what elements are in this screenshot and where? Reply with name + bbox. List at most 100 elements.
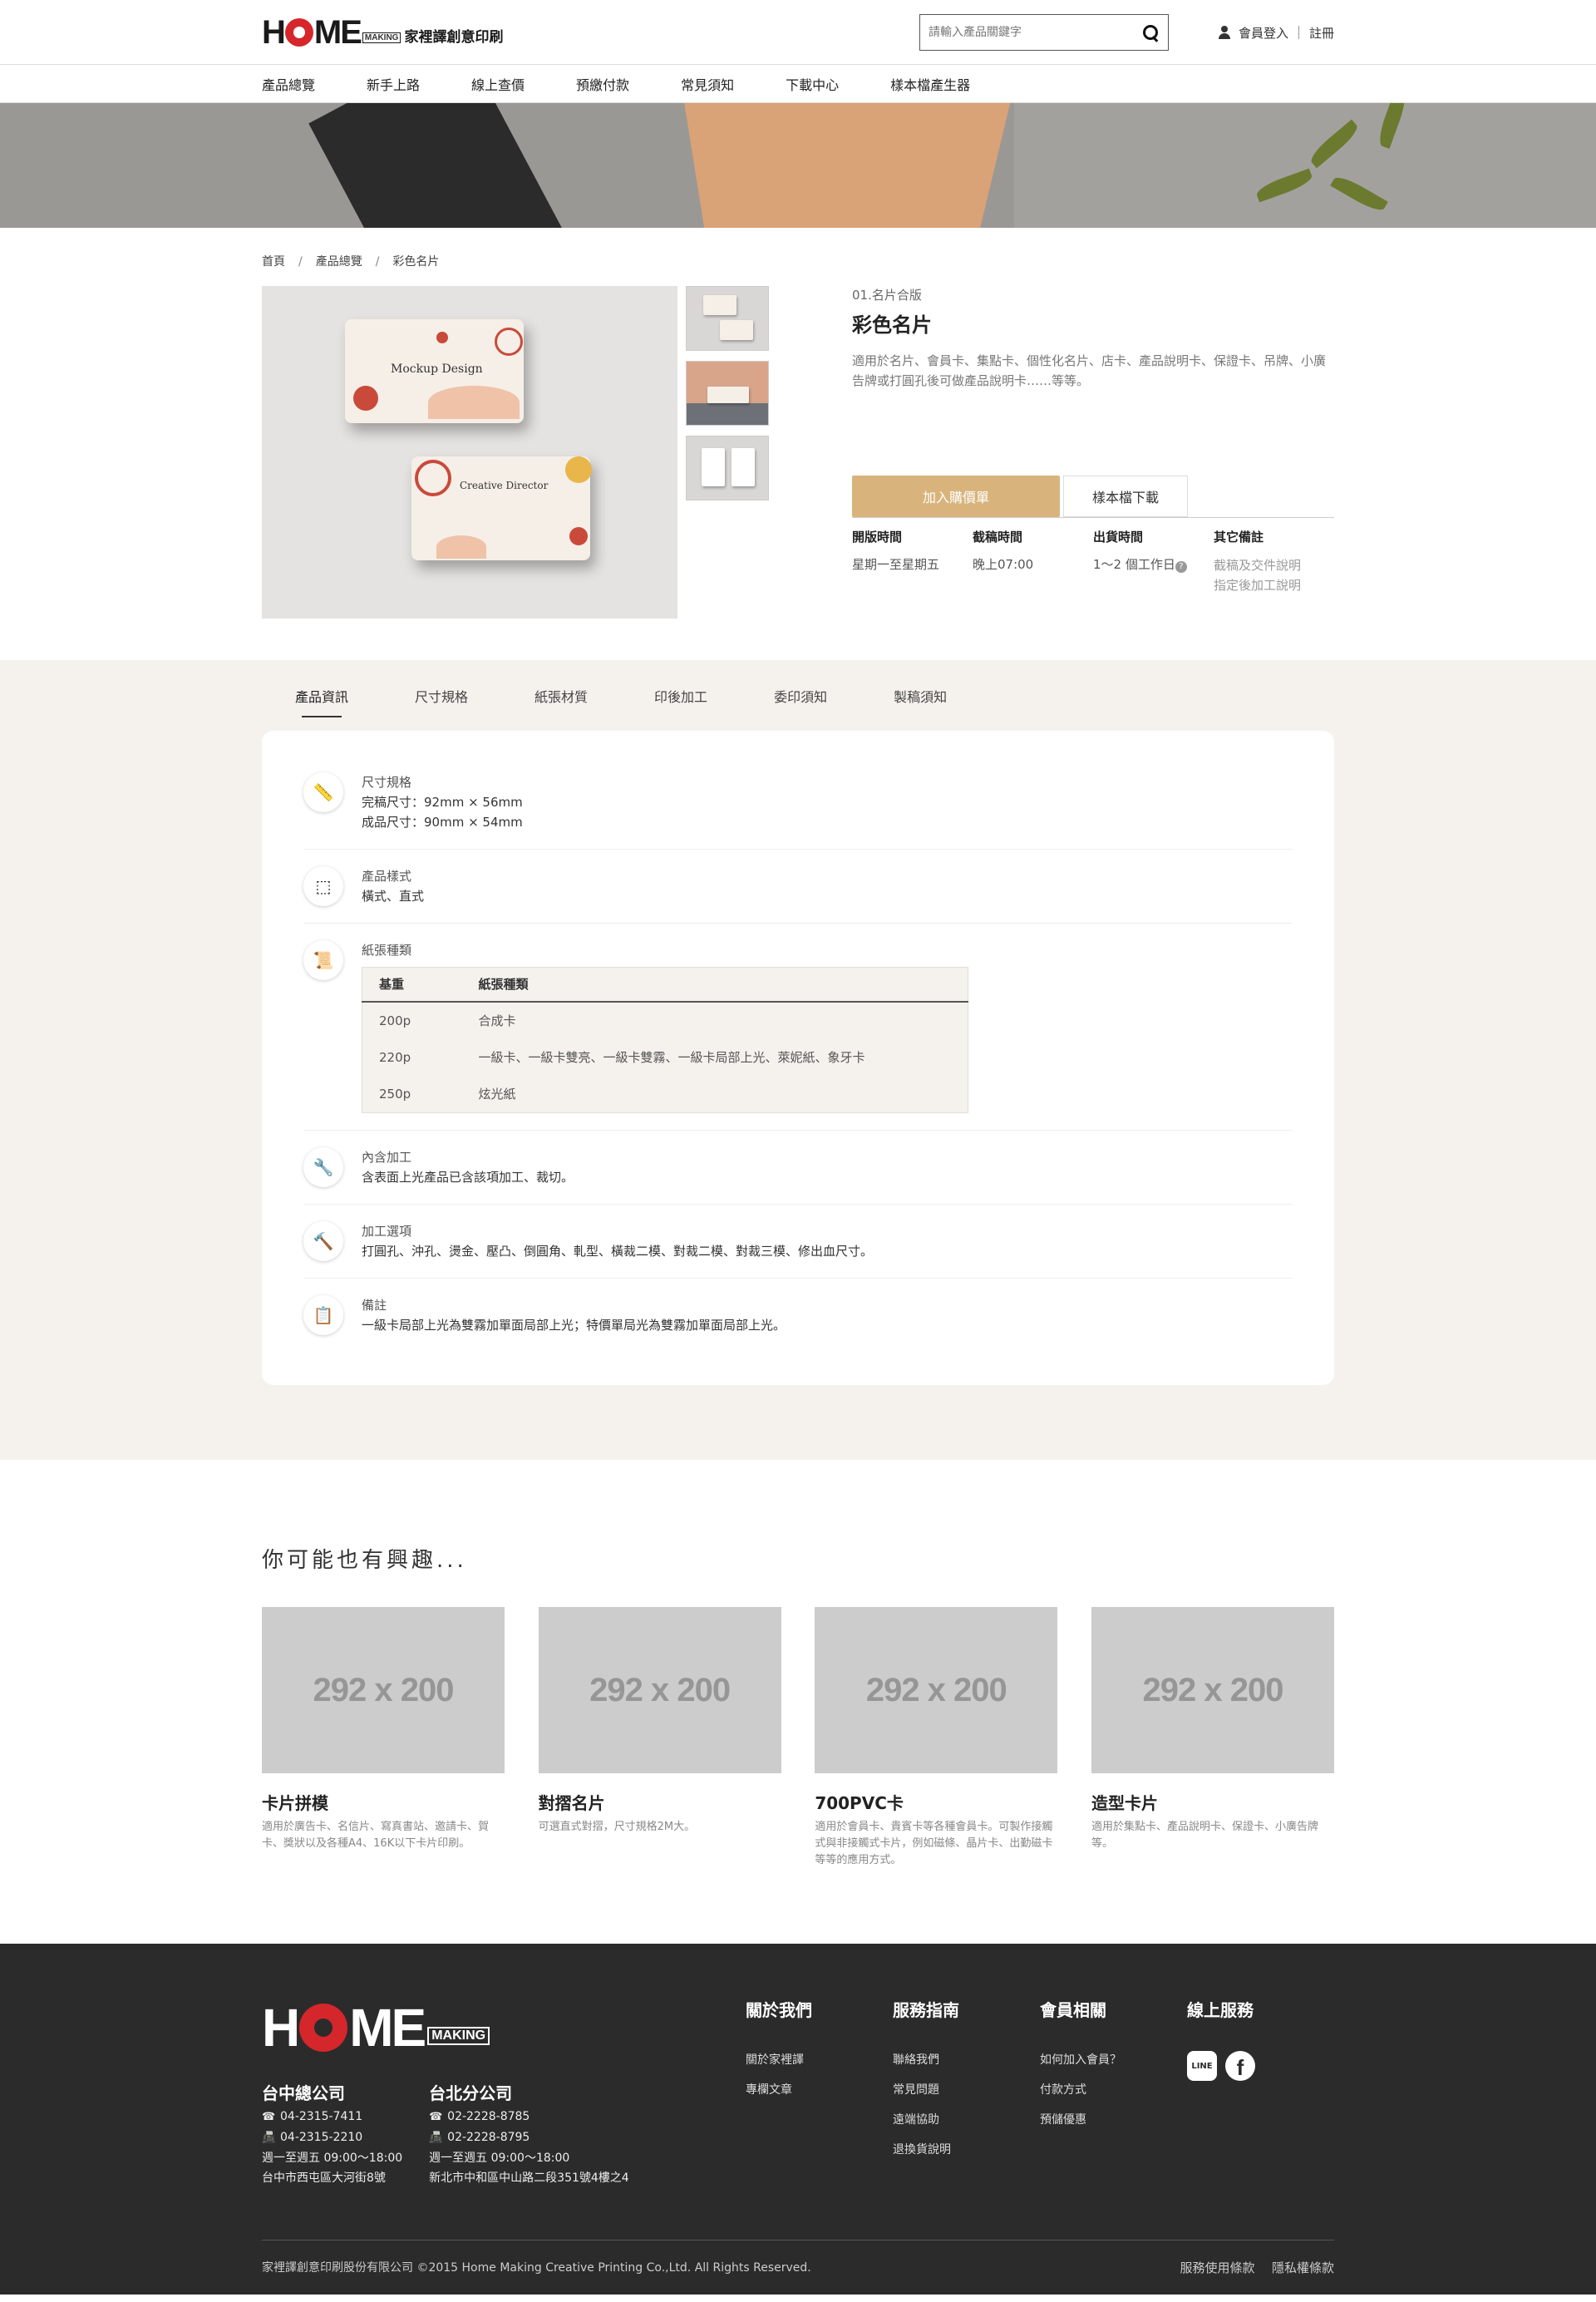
line-icon[interactable]: LINE <box>1187 2051 1217 2081</box>
footer-link[interactable]: 如何加入會員？ <box>1040 2051 1187 2068</box>
footer-bottom: 家裡譯創意印刷股份有限公司 ©2015 Home Making Creative… <box>262 2240 1334 2295</box>
tab-product-info[interactable]: 產品資訊 <box>295 679 348 717</box>
info-row-line: 橫式、直式 <box>362 889 425 904</box>
recommend-card[interactable]: 292 x 200 對摺名片 可選直式對摺，尺寸規格2M大。 <box>538 1607 781 1869</box>
nav-item-download[interactable]: 下載中心 <box>786 74 839 94</box>
thumbnail-3[interactable] <box>686 436 769 500</box>
recommend-card[interactable]: 292 x 200 卡片拼模 適用於廣告卡、名信片、寫真書站、邀請卡、賀卡、獎狀… <box>262 1607 505 1869</box>
nav-item-beginner[interactable]: 新手上路 <box>367 74 420 94</box>
logo-wordmark: H ME <box>262 13 362 51</box>
fax-icon: 📠 <box>262 2132 276 2144</box>
info-row-title: 產品樣式 <box>362 869 412 884</box>
card-decoration <box>415 460 451 496</box>
recommend-image-placeholder[interactable]: 292 x 200 <box>262 1607 505 1773</box>
office-phone-text[interactable]: 02-2228-8785 <box>447 2110 530 2123</box>
user-icon <box>1218 26 1230 39</box>
ruler-icon: 📏 <box>303 772 343 812</box>
cell-weight: 220p <box>379 1050 411 1065</box>
office-fax-text: 02-2228-8795 <box>447 2131 530 2144</box>
office-phone-text[interactable]: 04-2315-7411 <box>280 2110 362 2123</box>
thumbnail-card <box>707 387 749 403</box>
recommend-title[interactable]: 造型卡片 <box>1091 1790 1334 1814</box>
office-taichung: 台中總公司 ☎ 04-2315-7411 📠 04-2315-2210 週一至週五 … <box>262 2083 402 2188</box>
site-logo[interactable]: H ME MAKING 家裡譯創意印刷 <box>262 13 504 51</box>
recommend-desc: 可選直式對摺，尺寸規格2M大。 <box>538 1821 696 1833</box>
info-row-title: 尺寸規格 <box>362 775 412 790</box>
recommend-image-placeholder[interactable]: 292 x 200 <box>815 1607 1058 1773</box>
divider <box>1298 26 1299 39</box>
add-to-quote-button[interactable]: 加入購價單 <box>852 476 1060 517</box>
tab-paper-material[interactable]: 紙張材質 <box>534 679 588 712</box>
footer-logo[interactable]: H ME MAKING <box>262 1997 737 2058</box>
recommend-title[interactable]: 卡片拼模 <box>262 1790 505 1814</box>
social-links: LINE f <box>1187 2051 1334 2081</box>
tab-print-notice[interactable]: 委印須知 <box>774 679 827 712</box>
recommend-image-placeholder[interactable]: 292 x 200 <box>1091 1607 1334 1773</box>
recommend-card[interactable]: 292 x 200 造型卡片 適用於集點卡、產品說明卡、保證卡、小廣告牌等。 <box>1091 1607 1334 1869</box>
search-input[interactable] <box>928 26 1141 39</box>
sample-download-button[interactable]: 樣本檔下載 <box>1063 476 1188 517</box>
office-name: 台北分公司 <box>429 2083 513 2103</box>
register-link[interactable]: 註冊 <box>1309 24 1334 42</box>
facebook-icon[interactable]: f <box>1225 2051 1255 2081</box>
table-row: 200p 合成卡 <box>362 1002 968 1039</box>
office-name: 台中總公司 <box>262 2083 345 2103</box>
tab-post-processing[interactable]: 印後加工 <box>654 679 707 712</box>
recommend-title[interactable]: 700PVC卡 <box>815 1790 1057 1814</box>
privacy-link[interactable]: 隱私權條款 <box>1272 2260 1334 2275</box>
card-decoration <box>353 386 378 411</box>
cell-weight: 200p <box>379 1013 411 1028</box>
footer-col-title: 會員相關 <box>1040 2000 1106 2020</box>
product-main-image[interactable]: Mockup Design Creative Director <box>262 286 677 619</box>
nav-item-payment[interactable]: 預繳付款 <box>576 74 629 94</box>
column-header-paper-type: 紙張種類 <box>461 967 968 1003</box>
recommend-title[interactable]: 對摺名片 <box>539 1790 781 1814</box>
thumbnail-2[interactable] <box>686 361 769 426</box>
help-icon[interactable]: ? <box>1175 561 1187 573</box>
tab-size-spec[interactable]: 尺寸規格 <box>415 679 468 712</box>
footer-link[interactable]: 預儲優惠 <box>1040 2111 1187 2127</box>
card-decoration <box>565 456 592 483</box>
info-row-title: 加工選項 <box>362 1224 412 1239</box>
card-decoration <box>436 535 486 559</box>
info-row-body: 內含加工 含表面上光產品已含該項加工、裁切。 <box>362 1147 574 1187</box>
tab-artwork-notice[interactable]: 製稿須知 <box>894 679 947 712</box>
spec-label: 其它備註 <box>1214 530 1264 545</box>
info-row-paper: 📜 紙張種類 基重 紙張種類 200p 合成卡 220p 一級卡、一級卡雙亮、一… <box>303 924 1293 1131</box>
footer-company: H ME MAKING 台中總公司 ☎ 04-2315-7411 📠 04-2315-… <box>262 1997 737 2188</box>
recommend-grid: 292 x 200 卡片拼模 適用於廣告卡、名信片、寫真書站、邀請卡、賀卡、獎狀… <box>262 1607 1334 1869</box>
footer-link[interactable]: 關於家裡譯 <box>746 2051 893 2068</box>
terms-link[interactable]: 服務使用條款 <box>1180 2260 1255 2275</box>
breadcrumb-home[interactable]: 首頁 <box>262 255 285 269</box>
footer-link[interactable]: 聯絡我們 <box>893 2051 1040 2068</box>
recommend-card[interactable]: 292 x 200 700PVC卡 適用於會員卡、貴賓卡等各種會員卡。可製作接觸… <box>815 1607 1058 1869</box>
info-row-body: 產品樣式 橫式、直式 <box>362 866 424 906</box>
footer-link[interactable]: 遠端協助 <box>893 2111 1040 2127</box>
nav-item-price[interactable]: 線上查價 <box>471 74 525 94</box>
office-address: 台中市西屯區大河街8號 <box>262 2171 386 2185</box>
cell-paper-type: 合成卡 <box>478 1013 516 1028</box>
card-decoration <box>495 328 523 356</box>
table-row: 250p 炫光紙 <box>362 1076 968 1113</box>
recommend-image-placeholder[interactable]: 292 x 200 <box>538 1607 781 1773</box>
footer-logo-wordmark: H ME <box>262 1998 426 2058</box>
logo-making: MAKING <box>362 32 401 43</box>
note-link-post-processing[interactable]: 指定後加工說明 <box>1214 575 1334 595</box>
login-link[interactable]: 會員登入 <box>1239 24 1288 42</box>
note-link-deadline[interactable]: 截稿及交件說明 <box>1214 555 1334 575</box>
footer-link[interactable]: 退換貨說明 <box>893 2141 1040 2157</box>
paper-table-header: 基重 紙張種類 <box>362 967 968 1003</box>
office-list: 台中總公司 ☎ 04-2315-7411 📠 04-2315-2210 週一至週五 … <box>262 2083 737 2188</box>
nav-item-products[interactable]: 產品總覽 <box>262 74 315 94</box>
spec-value: 1～2 個工作日? <box>1093 555 1214 573</box>
footer-link[interactable]: 付款方式 <box>1040 2081 1187 2097</box>
footer-link[interactable]: 常見問題 <box>893 2081 1040 2097</box>
nav-item-faq[interactable]: 常見須知 <box>681 74 734 94</box>
breadcrumb-products[interactable]: 產品總覽 <box>316 255 362 269</box>
nav-item-sample-generator[interactable]: 樣本檔產生器 <box>890 74 970 94</box>
thumbnail-1[interactable] <box>686 286 769 351</box>
logo-chinese-name: 家裡譯創意印刷 <box>404 28 504 46</box>
search-icon[interactable] <box>1141 23 1160 42</box>
footer-link[interactable]: 專欄文章 <box>746 2081 893 2097</box>
hero-banner <box>0 103 1596 228</box>
